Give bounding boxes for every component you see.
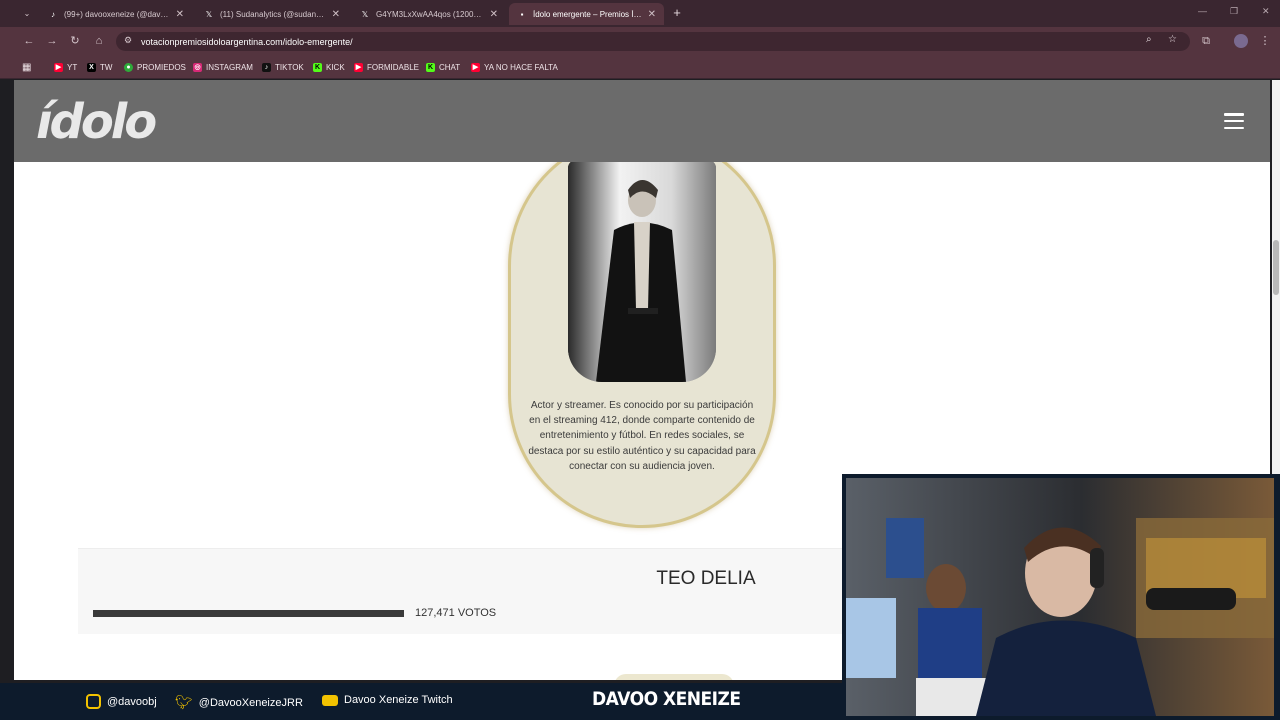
profile-avatar[interactable]: [1234, 34, 1248, 48]
extensions-icon[interactable]: ⧉: [1199, 34, 1213, 48]
candidate-name: TEO DELIA: [656, 568, 756, 589]
youtube-icon: ▶: [471, 62, 480, 72]
bookmark-ya-no-hace-falta[interactable]: ▶ YA NO HACE FALTA: [471, 61, 558, 73]
site-logo[interactable]: ídolo: [36, 94, 157, 150]
streamer-brand: DAVOO XENEIZE: [592, 688, 741, 710]
vote-count: 127,471 VOTOS: [415, 607, 497, 619]
social-twitch: Davoo Xeneize Twitch: [322, 694, 453, 706]
close-icon[interactable]: ✕: [176, 9, 184, 20]
bookmark-label: TIKTOK: [275, 62, 304, 72]
twitter-bird-icon: 🐦︎: [175, 694, 193, 710]
vote-result-panel: TEO DELIA 127,471 VOTOS: [78, 548, 908, 634]
social-label: @DavooXeneizeJRR: [198, 696, 303, 709]
bookmark-label: INSTAGRAM: [206, 62, 253, 72]
person-silhouette-icon: [568, 160, 716, 382]
bookmark-label: YA NO HACE FALTA: [484, 62, 558, 72]
bookmark-instagram[interactable]: ◎ INSTAGRAM: [193, 61, 253, 73]
forward-icon[interactable]: →: [45, 34, 59, 48]
bookmark-label: TW: [100, 62, 113, 72]
restore-icon[interactable]: ❐: [1230, 6, 1238, 17]
close-icon[interactable]: ✕: [332, 9, 340, 20]
social-instagram: @davoobj: [86, 694, 157, 709]
social-label: Davoo Xeneize Twitch: [344, 694, 453, 706]
hamburger-menu-icon[interactable]: [1224, 113, 1244, 129]
browser-tab-strip: ⌄ ♪ (99+) davooxeneize (@davoox... ✕ 𝕏 (…: [0, 0, 1280, 27]
minimize-icon[interactable]: —: [1198, 6, 1207, 16]
bookmark-tw[interactable]: X TW: [87, 61, 112, 73]
candidate-bio: Actor y streamer. Es conocido por su par…: [528, 400, 756, 472]
x-icon: X: [87, 62, 96, 72]
tiktok-icon: ♪: [51, 9, 55, 19]
tab-title: (99+) davooxeneize (@davoox...: [64, 9, 170, 19]
tab-x-sudanalytics[interactable]: 𝕏 (11) Sudanalytics (@sudanalytic... ✕: [196, 3, 348, 25]
site-header: ídolo: [14, 80, 1270, 162]
address-bar[interactable]: ⚙ votacionpremiosidoloargentina.com/idol…: [116, 32, 1190, 51]
vote-progress-fill: [93, 610, 404, 617]
bookmark-star-icon[interactable]: ☆: [1168, 34, 1177, 45]
reload-icon[interactable]: ↻: [68, 34, 82, 48]
tab-tiktok[interactable]: ♪ (99+) davooxeneize (@davoox... ✕: [40, 3, 192, 25]
home-icon[interactable]: ⌂: [92, 34, 106, 48]
youtube-icon: ▶: [354, 62, 363, 72]
apps-grid-icon[interactable]: ▦: [22, 61, 31, 73]
youtube-icon: [322, 694, 338, 706]
tab-title: Ídolo emergente – Premios Ído...: [533, 9, 642, 19]
vote-progress-bar: [93, 610, 404, 617]
instagram-icon: [86, 694, 101, 709]
x-icon: 𝕏: [205, 9, 213, 19]
webcam-scene-icon: [846, 478, 1274, 716]
close-icon[interactable]: ✕: [648, 9, 656, 20]
youtube-icon: ▶: [54, 62, 63, 72]
bookmark-formidable[interactable]: ▶ FORMIDABLE: [354, 61, 419, 73]
back-icon[interactable]: ←: [22, 34, 36, 48]
tab-search-icon[interactable]: ⌄: [20, 7, 34, 21]
zoom-icon[interactable]: ⌕: [1146, 34, 1152, 45]
kick-icon: K: [426, 62, 435, 72]
bookmark-promiedos[interactable]: ● PROMIEDOS: [124, 61, 186, 73]
tab-title: (11) Sudanalytics (@sudanalytic...: [220, 9, 326, 19]
x-icon: 𝕏: [361, 9, 369, 19]
bookmark-label: YT: [67, 62, 78, 72]
bookmark-label: KICK: [326, 62, 345, 72]
instagram-icon: ◎: [193, 62, 202, 72]
close-icon[interactable]: ✕: [490, 9, 498, 20]
kick-icon: K: [313, 62, 322, 72]
new-tab-button[interactable]: +: [670, 5, 684, 21]
site-info-icon[interactable]: ⚙: [124, 35, 132, 46]
bookmark-tiktok[interactable]: ♪ TIKTOK: [262, 61, 304, 73]
bookmark-yt[interactable]: ▶ YT: [54, 61, 77, 73]
site-icon: ▪: [520, 9, 524, 19]
tiktok-icon: ♪: [262, 62, 271, 72]
bookmark-label: CHAT: [439, 62, 461, 72]
webcam-feed: [846, 478, 1274, 716]
social-label: @davoobj: [107, 695, 157, 708]
tab-title: G4YM3LxXwAA4qos (1200×704): [376, 9, 484, 19]
candidate-photo: [568, 160, 716, 382]
bookmark-label: FORMIDABLE: [367, 62, 420, 72]
bookmark-kick[interactable]: K KICK: [313, 61, 345, 73]
window-controls: — ❐ ✕: [1198, 6, 1274, 20]
next-candidate-card: [614, 674, 734, 680]
bookmark-chat[interactable]: K CHAT: [426, 61, 460, 73]
social-twitter: 🐦︎ @DavooXeneizeJRR: [175, 694, 303, 711]
url-text: votacionpremiosidoloargentina.com/idolo-…: [141, 36, 353, 47]
tab-idolo-emergente[interactable]: ▪ Ídolo emergente – Premios Ído... ✕: [509, 3, 664, 25]
promiedos-icon: ●: [124, 62, 133, 72]
tab-x-image[interactable]: 𝕏 G4YM3LxXwAA4qos (1200×704) ✕: [352, 3, 506, 25]
bookmark-label: PROMIEDOS: [137, 62, 186, 72]
bookmarks-bar: ▦ ▶ YT X TW ● PROMIEDOS ◎ INSTAGRAM ♪ TIKTOK …: [0, 55, 1280, 79]
browser-menu-icon[interactable]: ⋮: [1258, 34, 1272, 48]
webcam-frame: [842, 474, 1280, 720]
close-window-icon[interactable]: ✕: [1262, 6, 1270, 17]
scrollbar-thumb[interactable]: [1273, 240, 1279, 295]
